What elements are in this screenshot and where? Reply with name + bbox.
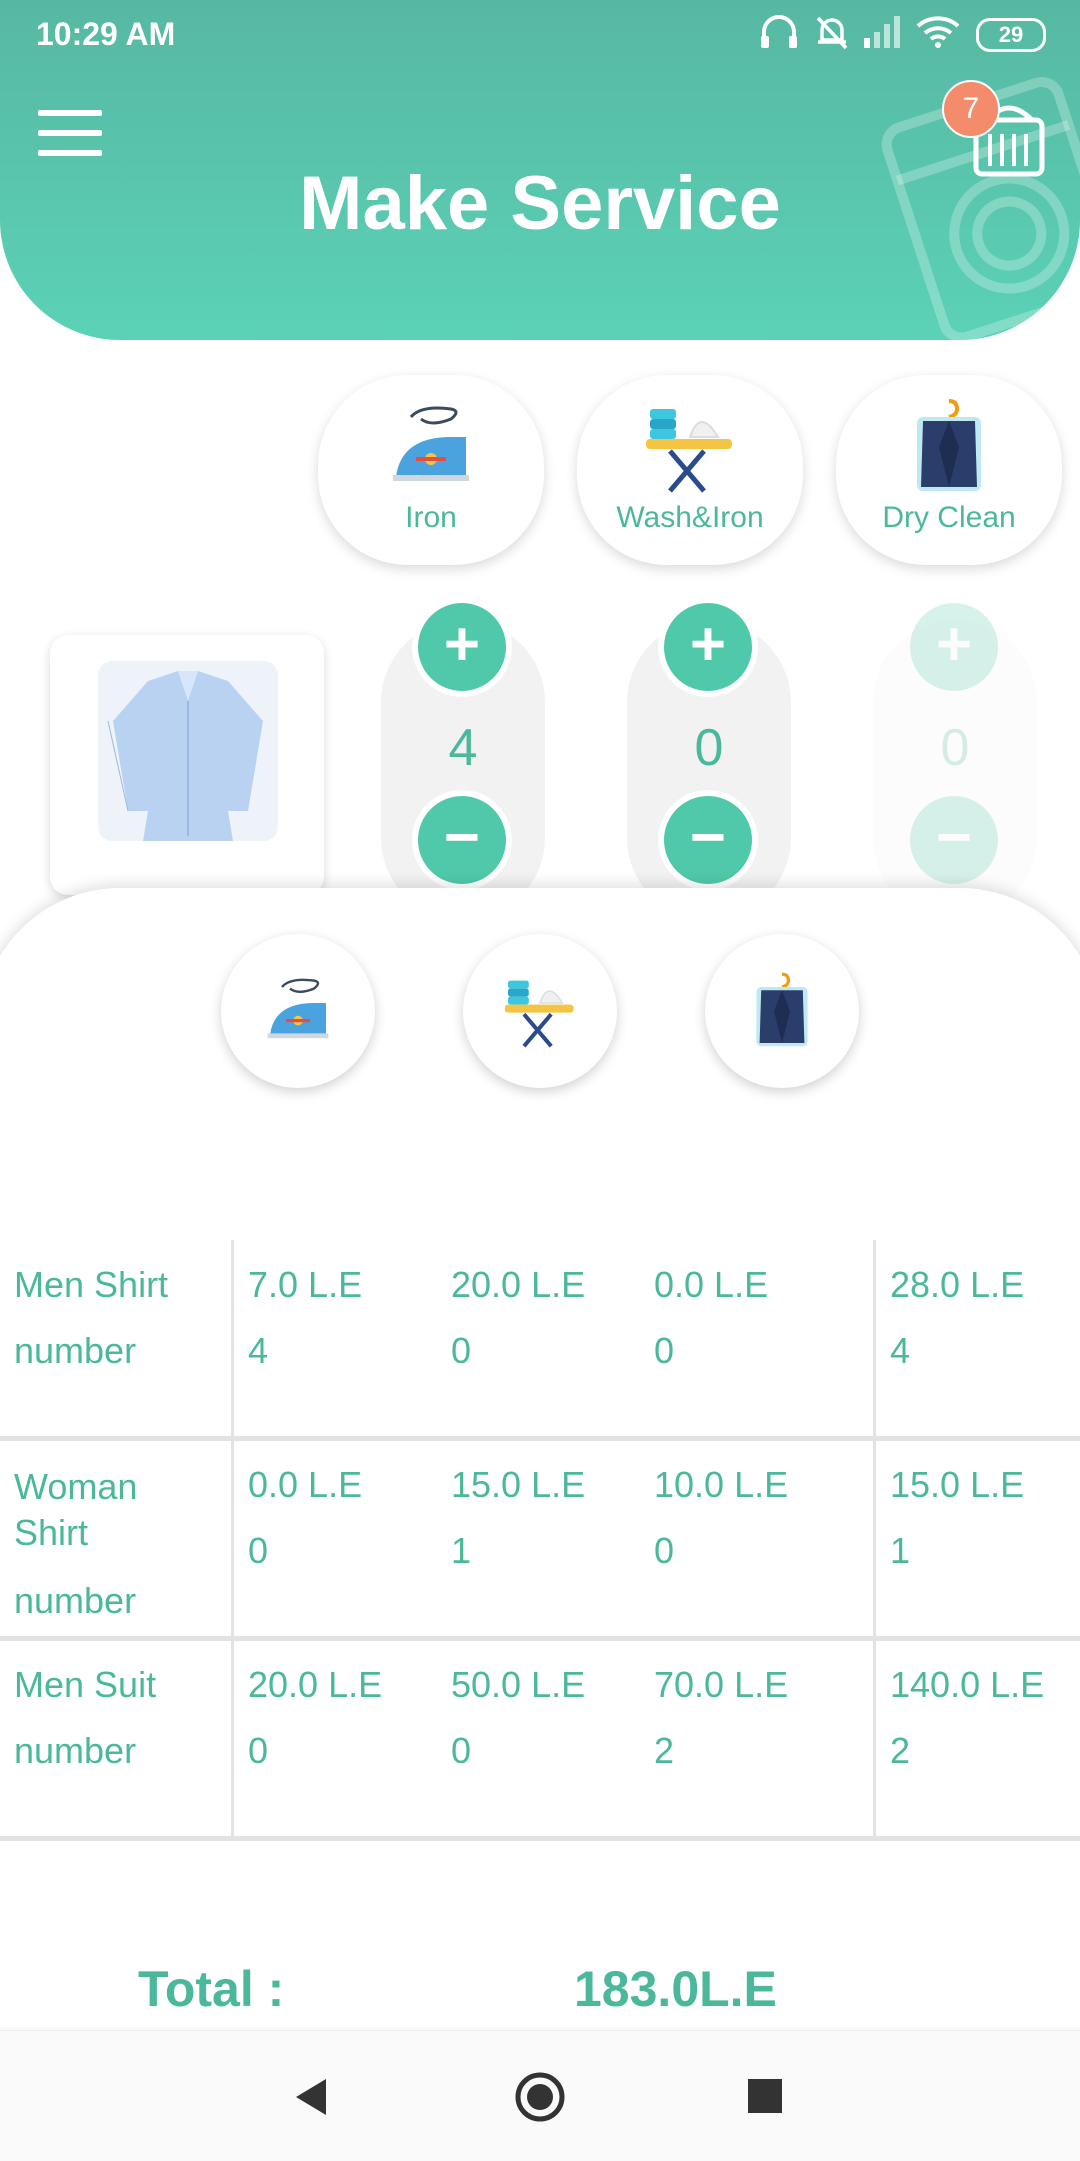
decrement-button[interactable]: − bbox=[412, 790, 512, 890]
cart-count-badge: 7 bbox=[942, 80, 1000, 138]
ironing-board-icon bbox=[646, 409, 732, 493]
item-name: Woman Shirt bbox=[14, 1466, 138, 1553]
count-dry-clean: 2 bbox=[654, 1730, 675, 1771]
decrement-button[interactable]: − bbox=[658, 790, 758, 890]
iron-icon bbox=[393, 406, 469, 481]
service-label: Dry Clean bbox=[882, 501, 1016, 534]
row-total-count: 1 bbox=[890, 1530, 911, 1571]
product-card[interactable] bbox=[50, 635, 324, 895]
increment-button[interactable]: + bbox=[412, 597, 512, 697]
increment-button[interactable]: + bbox=[904, 597, 1004, 697]
recents-icon[interactable] bbox=[746, 2077, 784, 2115]
table-divider bbox=[873, 1240, 876, 1838]
service-card-dry-clean[interactable]: Dry Clean bbox=[836, 375, 1062, 565]
row-divider bbox=[0, 1436, 1080, 1441]
row-total-count: 2 bbox=[890, 1730, 911, 1771]
system-navigation-bar bbox=[0, 2030, 1080, 2161]
app-header: 10:29 AM 29 Make Service 7 bbox=[0, 0, 1080, 340]
battery-indicator: 29 bbox=[976, 18, 1046, 52]
wifi-icon bbox=[916, 16, 960, 48]
price-wash-iron: 50.0 L.E bbox=[451, 1664, 586, 1705]
row-total: 140.0 L.E bbox=[890, 1664, 1045, 1705]
number-label: number bbox=[14, 1330, 137, 1371]
menu-icon[interactable] bbox=[38, 110, 102, 156]
price-iron: 7.0 L.E bbox=[248, 1264, 363, 1305]
row-total: 28.0 L.E bbox=[890, 1264, 1025, 1305]
price-dry-clean: 0.0 L.E bbox=[654, 1264, 769, 1305]
signal-icon bbox=[864, 16, 900, 48]
row-divider bbox=[0, 1636, 1080, 1641]
iron-icon bbox=[267, 978, 329, 1039]
item-name: Men Suit bbox=[14, 1664, 157, 1705]
service-card-iron[interactable]: Iron bbox=[318, 375, 544, 565]
price-iron: 20.0 L.E bbox=[248, 1664, 383, 1705]
summary-iron-column bbox=[221, 934, 375, 1088]
row-total-count: 4 bbox=[890, 1330, 911, 1371]
home-icon[interactable] bbox=[514, 2071, 566, 2123]
total-value: 183.0L.E bbox=[574, 1961, 777, 2017]
increment-button[interactable]: + bbox=[658, 597, 758, 697]
quantity-value: 0 bbox=[940, 719, 970, 777]
row-total: 15.0 L.E bbox=[890, 1464, 1025, 1505]
number-label: number bbox=[14, 1580, 137, 1621]
count-wash-iron: 1 bbox=[451, 1530, 472, 1571]
dry-clean-jacket-icon bbox=[917, 399, 981, 491]
dry-clean-jacket-icon bbox=[756, 972, 808, 1047]
quantity-value: 0 bbox=[694, 719, 724, 777]
count-wash-iron: 0 bbox=[451, 1330, 472, 1371]
count-iron: 0 bbox=[248, 1530, 269, 1571]
back-icon[interactable] bbox=[292, 2075, 332, 2119]
service-label: Wash&Iron bbox=[616, 501, 764, 534]
row-divider bbox=[0, 1836, 1080, 1841]
count-iron: 0 bbox=[248, 1730, 269, 1771]
total-label: Total : bbox=[138, 1961, 285, 2017]
status-time: 10:29 AM bbox=[36, 16, 176, 52]
summary-wash-iron-column bbox=[463, 934, 617, 1088]
price-dry-clean: 70.0 L.E bbox=[654, 1664, 789, 1705]
table-divider bbox=[231, 1240, 234, 1838]
number-label: number bbox=[14, 1730, 137, 1771]
decrement-button[interactable]: − bbox=[904, 790, 1004, 890]
count-dry-clean: 0 bbox=[654, 1530, 675, 1571]
quantity-value: 4 bbox=[448, 719, 478, 777]
notifications-off-icon bbox=[816, 16, 848, 50]
shirt-photo bbox=[98, 661, 278, 841]
service-card-wash-iron[interactable]: Wash&Iron bbox=[577, 375, 803, 565]
price-iron: 0.0 L.E bbox=[248, 1464, 363, 1505]
price-dry-clean: 10.0 L.E bbox=[654, 1464, 789, 1505]
page-title: Make Service bbox=[299, 161, 781, 246]
service-label: Iron bbox=[405, 501, 457, 534]
headphones-icon bbox=[761, 15, 797, 48]
count-wash-iron: 0 bbox=[451, 1730, 472, 1771]
ironing-board-icon bbox=[504, 980, 574, 1048]
summary-dry-clean-column bbox=[705, 934, 859, 1088]
price-wash-iron: 20.0 L.E bbox=[451, 1264, 586, 1305]
item-name: Men Shirt bbox=[14, 1264, 169, 1305]
count-iron: 4 bbox=[248, 1330, 269, 1371]
count-dry-clean: 0 bbox=[654, 1330, 675, 1371]
price-wash-iron: 15.0 L.E bbox=[451, 1464, 586, 1505]
